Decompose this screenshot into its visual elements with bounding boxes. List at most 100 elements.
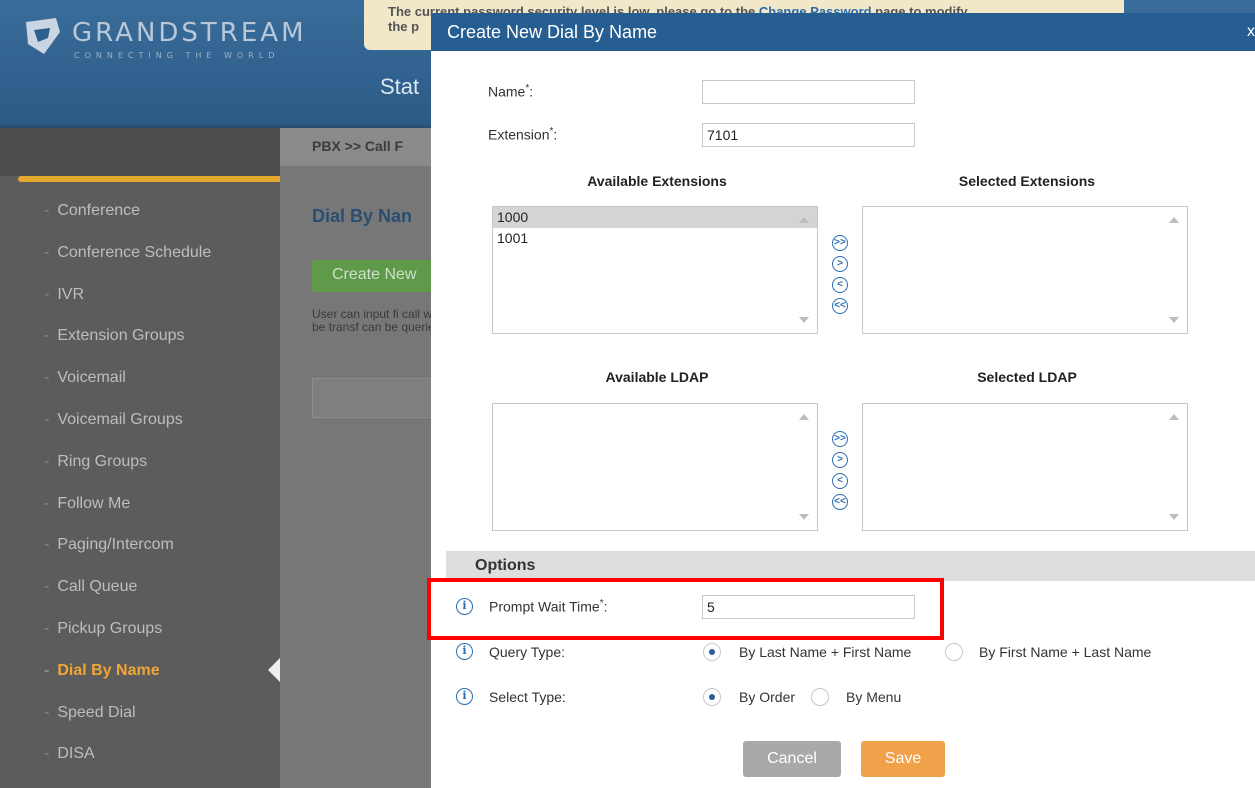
query-type-first-last-label[interactable]: By First Name + Last Name xyxy=(979,644,1151,660)
nav-dash: - xyxy=(44,620,50,637)
sidebar-accent-bar xyxy=(18,176,280,182)
sidebar-item-conference[interactable]: - Conference xyxy=(44,202,140,220)
move-left-icon[interactable]: < xyxy=(832,473,848,489)
available-ldap-list[interactable] xyxy=(492,403,818,531)
nav-dash: - xyxy=(44,369,50,387)
breadcrumb: PBX >> Call F xyxy=(312,138,404,154)
sidebar-item-speed-dial[interactable]: - Speed Dial xyxy=(44,704,136,722)
move-all-right-icon[interactable]: >> xyxy=(832,431,848,447)
sidebar-item-conference-schedule[interactable]: - Conference Schedule xyxy=(44,244,211,262)
grandstream-logo: GRANDSTREAM CONNECTING THE WORLD xyxy=(20,14,320,64)
sidebar-item-label: Paging/Intercom xyxy=(57,536,174,554)
nav-dash: - xyxy=(44,661,50,679)
extension-input[interactable] xyxy=(702,123,915,147)
query-type-last-first-label[interactable]: By Last Name + First Name xyxy=(739,644,911,660)
scroll-down-icon[interactable] xyxy=(1169,514,1179,520)
sidebar-item-label: Dial By Name xyxy=(57,661,160,679)
sidebar-item-label: Ring Groups xyxy=(57,452,148,470)
sidebar-item-label: Conference xyxy=(57,202,141,219)
scroll-down-icon[interactable] xyxy=(799,514,809,520)
options-section-header: Options xyxy=(446,551,1255,581)
options-title: Options xyxy=(475,557,536,574)
extension-option[interactable]: 1001 xyxy=(493,228,817,249)
available-extensions-title: Available Extensions xyxy=(587,173,727,189)
select-type-menu-radio[interactable] xyxy=(811,688,829,706)
nav-dash: - xyxy=(44,494,50,512)
nav-dash: - xyxy=(44,411,50,428)
move-left-icon[interactable]: < xyxy=(832,277,848,293)
move-all-right-icon[interactable]: >> xyxy=(832,235,848,251)
scroll-down-icon[interactable] xyxy=(1169,317,1179,323)
scroll-up-icon[interactable] xyxy=(799,217,809,223)
sidebar-item-label: Follow Me xyxy=(57,494,131,512)
extension-move-buttons: >> > < << xyxy=(832,235,852,319)
sidebar-item-disa[interactable]: - DISA xyxy=(44,745,95,763)
query-type-first-last-radio[interactable] xyxy=(945,643,963,661)
sidebar-item-paging-intercom[interactable]: - Paging/Intercom xyxy=(44,536,174,554)
active-nav-pointer xyxy=(268,658,280,682)
sidebar-item-dial-by-name[interactable]: - Dial By Name xyxy=(44,662,160,680)
name-input[interactable] xyxy=(702,80,915,104)
query-type-last-first-radio[interactable] xyxy=(703,643,721,661)
sidebar-item-voicemail[interactable]: - Voicemail xyxy=(44,369,126,387)
ldap-move-buttons: >> > < << xyxy=(832,431,852,515)
logo-mark-icon xyxy=(26,18,60,54)
sidebar-top xyxy=(0,128,280,176)
sidebar-item-label: Call Queue xyxy=(57,578,138,596)
selected-ldap-list[interactable] xyxy=(862,403,1188,531)
sidebar-item-call-queue[interactable]: - Call Queue xyxy=(44,578,137,596)
select-type-order-radio[interactable] xyxy=(703,688,721,706)
sidebar-item-label: Pickup Groups xyxy=(57,620,163,637)
highlight-annotation xyxy=(427,578,944,640)
available-extensions-list[interactable]: 1000 1001 xyxy=(492,206,818,334)
dialog-title: Create New Dial By Name xyxy=(447,22,658,42)
sidebar-item-label: Speed Dial xyxy=(57,703,136,721)
info-icon[interactable]: i xyxy=(456,688,473,705)
save-button[interactable]: Save xyxy=(861,741,945,777)
nav-dash: - xyxy=(44,202,50,219)
move-right-icon[interactable]: > xyxy=(832,256,848,272)
available-ldap-title: Available LDAP xyxy=(605,369,709,385)
scroll-up-icon[interactable] xyxy=(1169,217,1179,223)
scroll-up-icon[interactable] xyxy=(799,414,809,420)
selected-extensions-list[interactable] xyxy=(862,206,1188,334)
select-type-label: Select Type: xyxy=(489,689,566,705)
sidebar-item-pickup-groups[interactable]: - Pickup Groups xyxy=(44,620,162,638)
sidebar-item-label: DISA xyxy=(57,745,95,763)
info-icon[interactable]: i xyxy=(456,643,473,660)
warning-text-line2: the p xyxy=(388,19,420,34)
select-type-order-label[interactable]: By Order xyxy=(739,689,795,705)
sidebar-item-extension-groups[interactable]: - Extension Groups xyxy=(44,327,185,345)
sidebar-item-label: Extension Groups xyxy=(57,327,185,345)
scroll-down-icon[interactable] xyxy=(799,317,809,323)
sidebar-item-voicemail-groups[interactable]: - Voicemail Groups xyxy=(44,411,183,429)
select-type-menu-label[interactable]: By Menu xyxy=(846,689,901,705)
logo-text: GRANDSTREAM xyxy=(72,18,307,48)
sidebar-item-follow-me[interactable]: - Follow Me xyxy=(44,495,130,513)
move-right-icon[interactable]: > xyxy=(832,452,848,468)
sidebar-item-label: Conference Schedule xyxy=(57,243,212,261)
nav-dash: - xyxy=(44,243,50,261)
sidebar-item-ivr[interactable]: - IVR xyxy=(44,286,84,304)
page-title: Dial By Nan xyxy=(312,206,413,226)
selected-ldap-title: Selected LDAP xyxy=(977,369,1077,385)
move-all-left-icon[interactable]: << xyxy=(832,298,848,314)
sidebar-item-ring-groups[interactable]: - Ring Groups xyxy=(44,453,147,471)
query-type-label: Query Type: xyxy=(489,644,566,660)
nav-dash: - xyxy=(44,452,50,470)
close-icon[interactable]: x xyxy=(1247,23,1255,41)
move-all-left-icon[interactable]: << xyxy=(832,494,848,510)
cancel-button[interactable]: Cancel xyxy=(743,741,841,777)
extension-label: Extension*: xyxy=(488,126,558,143)
scroll-up-icon[interactable] xyxy=(1169,414,1179,420)
sidebar-item-label: Voicemail Groups xyxy=(57,411,183,428)
dialog-header: Create New Dial By Name x xyxy=(431,13,1255,51)
logo-tagline: CONNECTING THE WORLD xyxy=(74,51,280,60)
sidebar-item-label: IVR xyxy=(57,285,84,303)
nav-dash: - xyxy=(44,536,50,554)
create-dial-by-name-dialog: Create New Dial By Name x Name*: Extensi… xyxy=(431,13,1255,788)
name-label: Name*: xyxy=(488,83,534,100)
nav-dash: - xyxy=(44,327,50,345)
nav-dash: - xyxy=(44,578,50,596)
extension-option[interactable]: 1000 xyxy=(493,207,817,228)
